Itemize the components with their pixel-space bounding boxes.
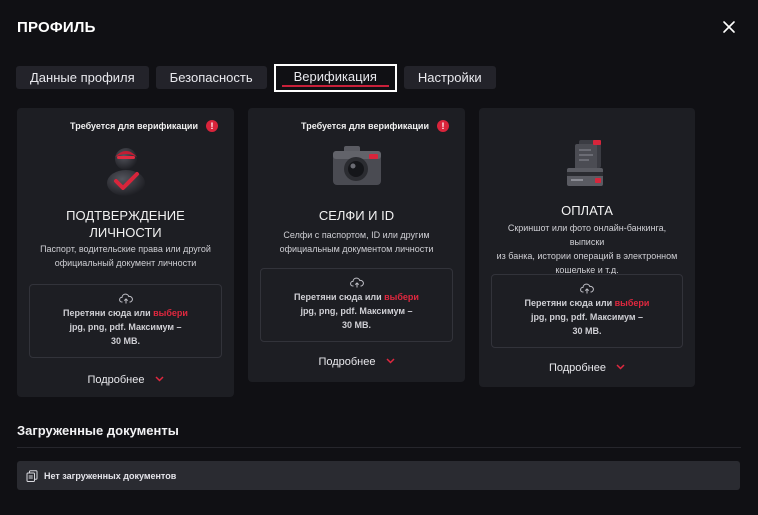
cloud-upload-icon [580, 283, 594, 294]
dropzone-formats: jpg, png, pdf. Максимум – [69, 322, 182, 332]
no-documents-banner: Нет загруженных документов [17, 461, 740, 490]
tab-label: Безопасность [169, 70, 253, 85]
more-button[interactable]: Подробнее [248, 356, 465, 368]
required-label: Требуется для верификации [70, 121, 198, 131]
card-description: Паспорт, водительские права или другой о… [40, 244, 211, 268]
payment-documents-icon [567, 140, 603, 186]
chevron-down-icon [616, 364, 625, 370]
more-label: Подробнее [548, 362, 606, 374]
divider [17, 447, 741, 448]
more-label: Подробнее [87, 374, 145, 386]
choose-file-link[interactable]: выбери [384, 292, 419, 302]
dropzone-text: Перетяни сюда или [294, 292, 382, 302]
choose-file-link[interactable]: выбери [615, 298, 650, 308]
chevron-down-icon [386, 358, 395, 364]
close-icon[interactable] [722, 20, 736, 34]
card-title: СЕЛФИ И ID [318, 208, 395, 223]
documents-icon [26, 469, 38, 482]
dropzone-size: 30 MB. [572, 326, 602, 336]
tab-label: Данные профиля [30, 70, 135, 85]
dropzone-formats: jpg, png, pdf. Максимум – [530, 312, 644, 322]
payment-card: ОПЛАТА Скриншот или фото онлайн-банкинга… [479, 108, 695, 387]
more-button[interactable]: Подробнее [17, 374, 234, 386]
person-verified-icon [106, 148, 145, 196]
card-description: Скриншот или фото онлайн-банкинга, выпис… [496, 223, 678, 275]
dropzone-text: Перетяни сюда или [63, 308, 151, 318]
alert-icon: ! [437, 120, 449, 132]
cloud-upload-icon [349, 277, 364, 288]
card-description: Селфи с паспортом, ID или другим официал… [279, 230, 434, 254]
required-note: Требуется для верификации ! [301, 120, 449, 132]
dropzone-text: Перетяни сюда или [524, 298, 613, 308]
identity-card: Требуется для верификации ! ПОДТВЕРЖДЕНИ… [17, 108, 234, 397]
upload-dropzone[interactable]: Перетяни сюда или выбери jpg, png, pdf. … [260, 268, 453, 342]
required-label: Требуется для верификации [301, 121, 429, 131]
tab-security[interactable]: Безопасность [155, 66, 267, 89]
cloud-upload-icon [118, 293, 133, 304]
tab-label: Верификация [293, 69, 377, 84]
active-tab-underline [281, 85, 389, 87]
empty-state-text: Нет загруженных документов [44, 470, 177, 481]
profile-tabs: Данные профиля Безопасность Верификация … [16, 64, 503, 92]
tab-label: Настройки [417, 70, 482, 85]
page-title: ПРОФИЛЬ [17, 19, 96, 36]
camera-icon [332, 146, 381, 185]
card-title: ОПЛАТА [561, 203, 613, 218]
selfie-id-card: Требуется для верификации ! СЕЛФИ И ID С… [248, 108, 465, 382]
alert-icon: ! [206, 120, 218, 132]
tab-verification[interactable]: Верификация [273, 64, 397, 92]
tab-profile-data[interactable]: Данные профиля [16, 66, 149, 89]
more-button[interactable]: Подробнее [479, 362, 695, 374]
dropzone-size: 30 MB. [110, 336, 140, 346]
dropzone-formats: jpg, png, pdf. Максимум – [300, 306, 413, 316]
card-title: ПОДТВЕРЖДЕНИЕ ЛИЧНОСТИ [66, 208, 185, 240]
upload-dropzone[interactable]: Перетяни сюда или выбери jpg, png, pdf. … [29, 284, 222, 358]
close-button[interactable] [722, 20, 736, 34]
tab-settings[interactable]: Настройки [403, 66, 496, 89]
dropzone-size: 30 MB. [341, 320, 371, 330]
upload-dropzone[interactable]: Перетяни сюда или выбери jpg, png, pdf. … [491, 274, 683, 348]
uploaded-documents-heading: Загруженные документы [17, 423, 179, 438]
required-note: Требуется для верификации ! [70, 120, 218, 132]
more-label: Подробнее [318, 356, 376, 368]
choose-file-link[interactable]: выбери [153, 308, 188, 318]
chevron-down-icon [155, 376, 164, 382]
